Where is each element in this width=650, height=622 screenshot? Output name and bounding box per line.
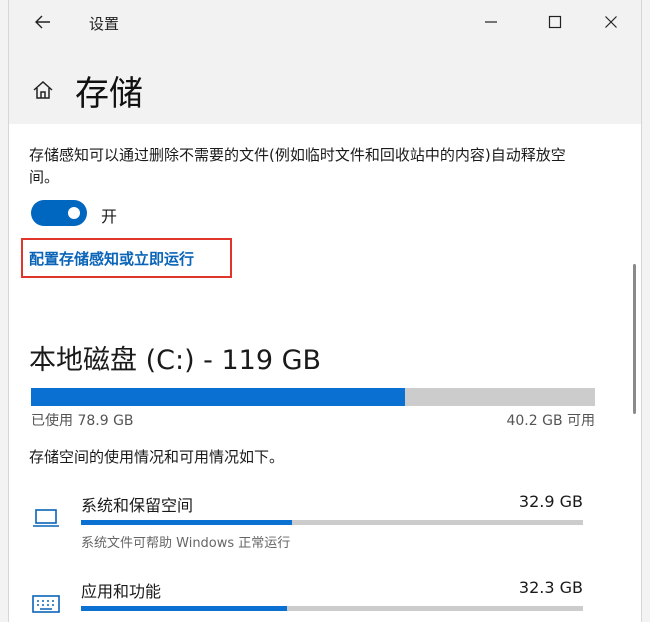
usage-description: 存储空间的使用情况和可用情况如下。 xyxy=(29,448,285,466)
configure-storage-sense-link[interactable]: 配置存储感知或立即运行 xyxy=(29,248,194,269)
storage-sense-description: 存储感知可以通过删除不需要的文件(例如临时文件和回收站中的内容)自动释放空间。 xyxy=(29,146,566,186)
storage-content: 存储感知可以通过删除不需要的文件(例如临时文件和回收站中的内容)自动释放空间。 … xyxy=(9,124,641,622)
keyboard-icon xyxy=(32,595,60,613)
category-size: 32.3 GB xyxy=(518,578,583,597)
category-usage-bar xyxy=(81,520,583,525)
category-usage-fill xyxy=(81,606,287,611)
category-apps-features[interactable]: 应用和功能 32.3 GB xyxy=(9,570,641,622)
drive-usage-fill xyxy=(31,388,405,406)
used-space-label: 已使用 78.9 GB xyxy=(31,413,134,429)
scrollbar[interactable] xyxy=(633,264,637,414)
category-system-reserved[interactable]: 系统和保留空间 32.9 GB 系统文件可帮助 Windows 正常运行 xyxy=(9,484,641,554)
close-icon xyxy=(605,16,617,28)
category-size: 32.9 GB xyxy=(518,492,583,511)
laptop-icon xyxy=(33,509,59,527)
category-name: 应用和功能 xyxy=(81,582,162,601)
maximize-icon xyxy=(548,15,562,29)
page-title: 存储 xyxy=(75,74,143,114)
home-icon[interactable] xyxy=(31,78,55,102)
storage-sense-toggle[interactable] xyxy=(31,200,87,226)
toggle-state-label: 开 xyxy=(101,207,118,226)
category-usage-fill xyxy=(81,520,292,525)
title-bar: 设置 xyxy=(9,0,641,44)
close-button[interactable] xyxy=(593,8,629,36)
minimize-icon xyxy=(485,21,497,23)
category-subtitle: 系统文件可帮助 Windows 正常运行 xyxy=(81,536,291,551)
category-usage-bar xyxy=(81,606,583,611)
back-arrow-icon xyxy=(35,15,50,29)
drive-usage-bar xyxy=(31,388,595,406)
page-header: 存储 xyxy=(9,44,641,124)
window-title: 设置 xyxy=(89,15,120,33)
settings-window: 设置 存储 存储感知可以通过删除不需要的文件(例如临时文件和回收站中的内容)自动… xyxy=(8,0,642,622)
minimize-button[interactable] xyxy=(473,8,509,36)
maximize-button[interactable] xyxy=(537,8,573,36)
free-space-label: 40.2 GB 可用 xyxy=(506,413,595,429)
back-button[interactable] xyxy=(29,8,57,36)
category-name: 系统和保留空间 xyxy=(81,496,194,515)
drive-title: 本地磁盘 (C:) - 119 GB xyxy=(29,345,322,376)
toggle-knob xyxy=(68,207,80,219)
scrollbar-thumb[interactable] xyxy=(633,264,636,414)
